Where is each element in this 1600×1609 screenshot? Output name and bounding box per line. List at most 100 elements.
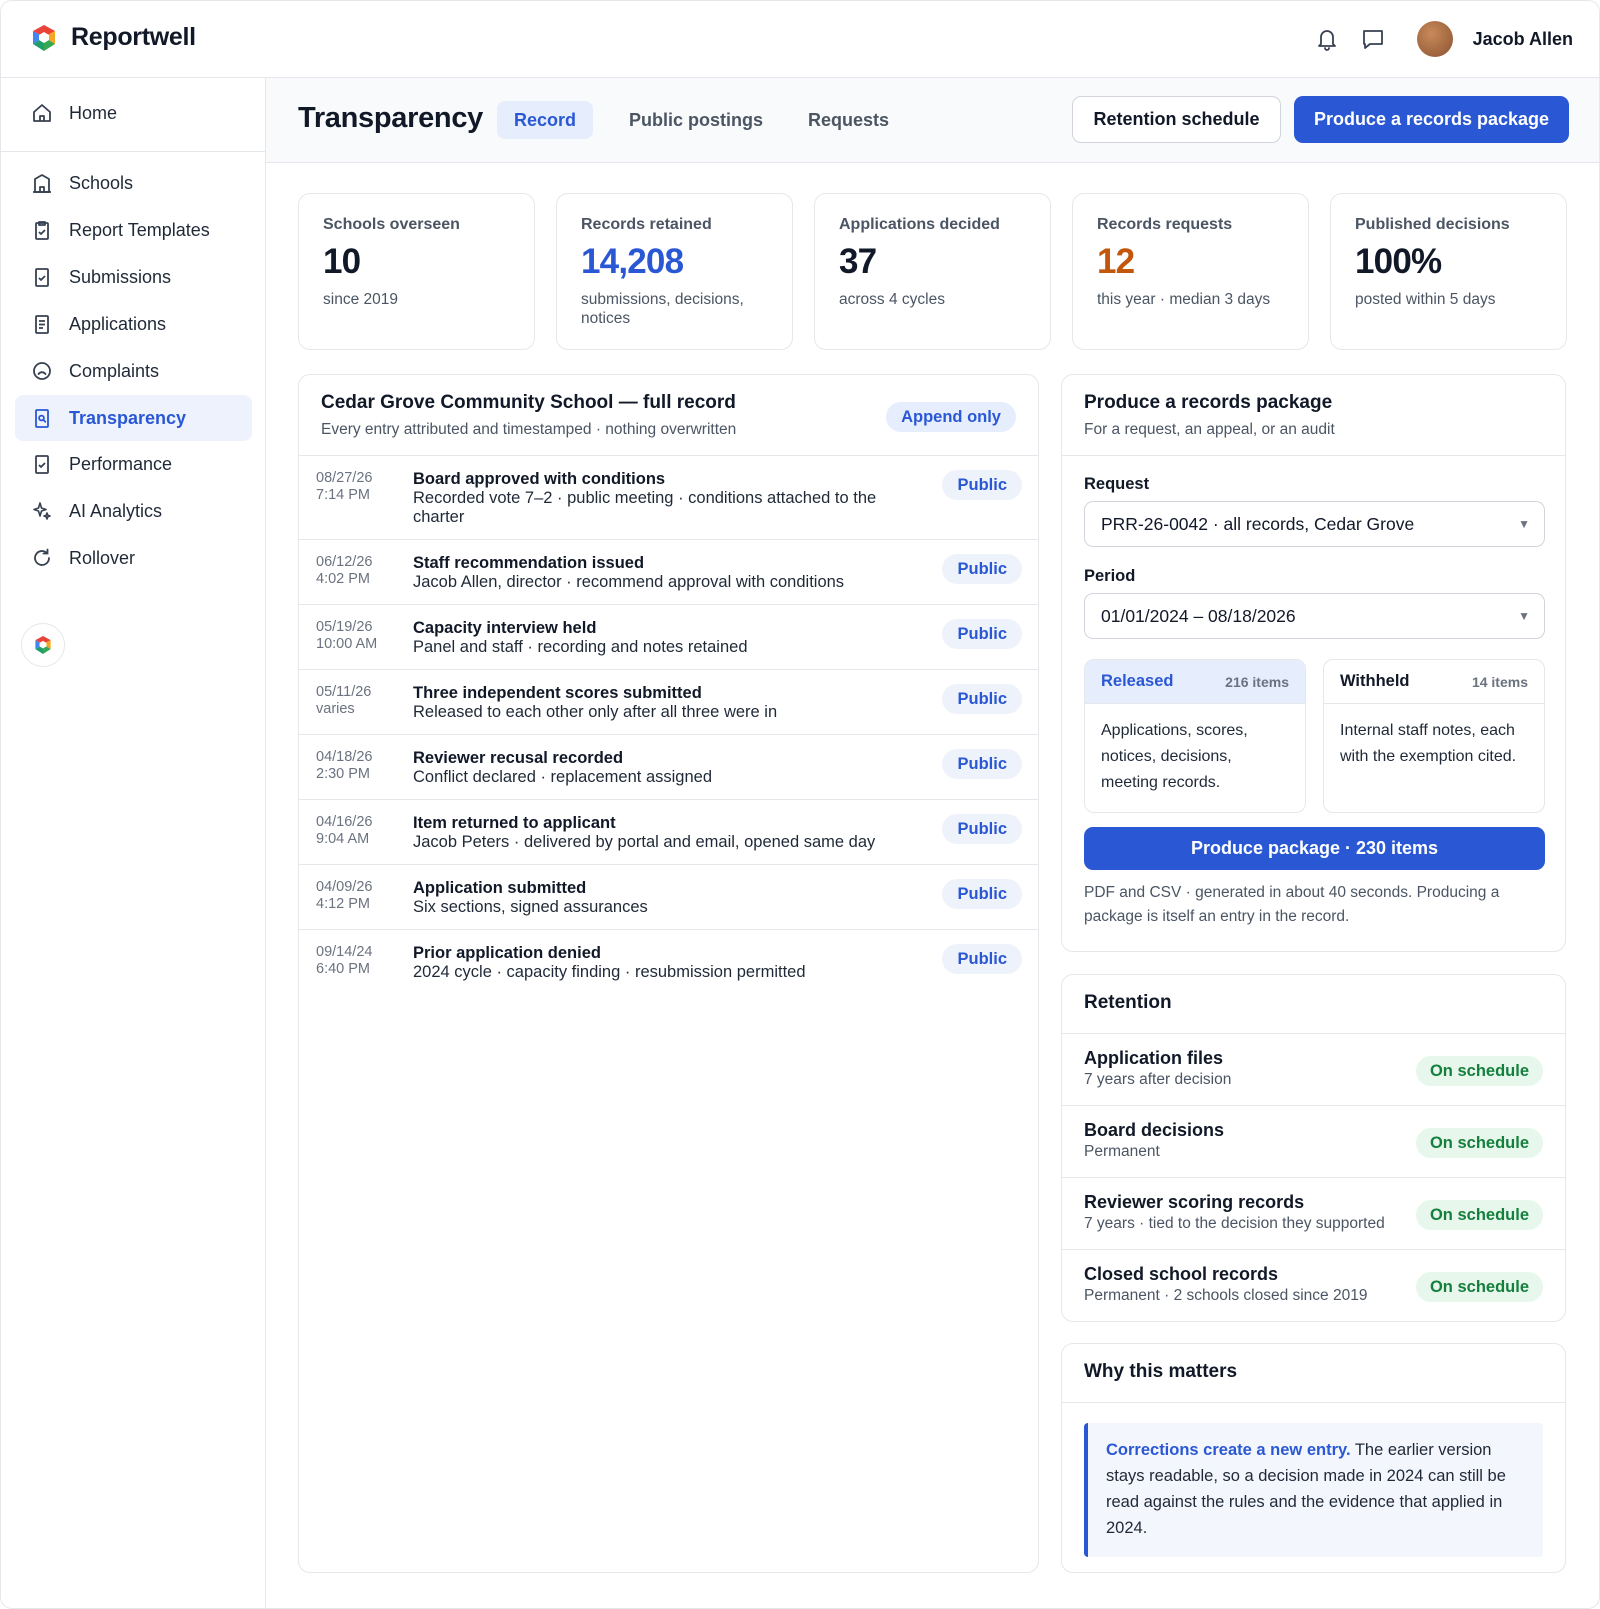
stat-card-records-retained: Records retained 14,208 submissions, dec… <box>556 193 793 350</box>
sidebar-item-transparency[interactable]: Transparency <box>15 395 252 441</box>
sidebar-item-home[interactable]: Home <box>15 90 252 136</box>
withheld-body: Internal staff notes, each with the exem… <box>1340 722 1517 765</box>
sidebar-item-submissions[interactable]: Submissions <box>15 254 252 300</box>
sparkle-icon <box>33 502 51 520</box>
entry-time: 6:40 PM <box>316 961 370 977</box>
sidebar-item-label: Complaints <box>69 360 160 381</box>
sidebar-item-ai-analytics[interactable]: AI Analytics <box>15 488 252 534</box>
entry-date: 04/16/26 <box>316 814 373 830</box>
sidebar-item-label: Performance <box>69 453 173 474</box>
stat-sub: since 2019 <box>323 291 398 308</box>
brand[interactable]: Reportwell <box>31 23 196 52</box>
sidebar: Home Schools Report Templates Submission… <box>1 78 266 1608</box>
why-header: Why this matters <box>1062 1344 1565 1403</box>
entry-time: 4:12 PM <box>316 896 370 912</box>
produce-package-button[interactable]: Produce package · 230 items <box>1084 827 1545 870</box>
why-card: Why this matters Corrections create a ne… <box>1061 1343 1566 1573</box>
request-value: PRR-26-0042 · all records, Cedar Grove <box>1101 514 1415 534</box>
entry-content: Three independent scores submitted Relea… <box>413 684 893 722</box>
sidebar-item-label: Home <box>69 102 118 123</box>
messages-button[interactable] <box>1361 27 1385 51</box>
checkbox-doc-icon <box>35 268 49 287</box>
sidebar-divider <box>1 151 265 152</box>
chat-icon <box>1362 30 1383 49</box>
public-badge: Public <box>942 749 1022 779</box>
why-lead: Corrections create a new entry. <box>1106 1441 1351 1459</box>
produce-records-package-button[interactable]: Produce a records package <box>1294 96 1569 143</box>
tab-requests[interactable]: Requests <box>791 101 906 139</box>
user-avatar[interactable] <box>1416 21 1453 57</box>
record-entry[interactable]: 09/14/24 6:40 PM Prior application denied… <box>299 930 1038 995</box>
record-entry[interactable]: 05/19/26 10:00 AM Capacity interview held… <box>299 605 1038 670</box>
records-package-header: Produce a records package For a request,… <box>1062 375 1565 456</box>
status-badge: On schedule <box>1415 1128 1543 1158</box>
sidebar-item-report-templates[interactable]: Report Templates <box>15 207 252 253</box>
retention-row[interactable]: Application files 7 years after decision… <box>1062 1034 1565 1106</box>
sidebar-item-applications[interactable]: Applications <box>15 301 252 347</box>
stat-sub: posted within 5 days <box>1355 291 1496 308</box>
released-panel[interactable]: Released 216 items Applications, scores,… <box>1084 659 1306 813</box>
retention-card: Retention Application files 7 years afte… <box>1061 974 1566 1322</box>
record-entry[interactable]: 04/09/26 4:12 PM Application submitted Si… <box>299 865 1038 930</box>
stat-card-schools-overseen: Schools overseen 10 since 2019 <box>298 193 535 350</box>
withheld-panel[interactable]: Withheld 14 items Internal staff notes, … <box>1323 659 1545 813</box>
entry-timestamp: 06/12/26 4:02 PM <box>316 554 406 588</box>
sidebar-item-performance[interactable]: Performance <box>15 441 252 487</box>
entry-date: 09/14/24 <box>316 944 373 960</box>
period-select[interactable]: 01/01/2024 – 08/18/2026 ▼ <box>1084 593 1545 639</box>
stat-card-records-requests: Records requests 12 this year · median 3… <box>1072 193 1309 350</box>
chevron-down-icon: ▼ <box>1518 517 1530 531</box>
top-actions: Jacob Allen <box>1315 21 1573 57</box>
sidebar-item-rollover[interactable]: Rollover <box>15 535 252 581</box>
tab-public-postings[interactable]: Public postings <box>612 101 780 139</box>
retention-header: Retention <box>1062 975 1565 1034</box>
retention-row[interactable]: Reviewer scoring records 7 years · tied … <box>1062 1178 1565 1250</box>
public-badge: Public <box>942 554 1022 584</box>
notifications-button[interactable] <box>1315 27 1339 51</box>
sidebar-item-label: Rollover <box>69 547 136 568</box>
stat-value: 100% <box>1355 242 1442 281</box>
stat-card-published-decisions: Published decisions 100% posted within 5… <box>1330 193 1567 350</box>
entry-title: Board approved with conditions <box>413 470 666 488</box>
record-entry[interactable]: 04/16/26 9:04 AM Item returned to applica… <box>299 800 1038 865</box>
retention-row[interactable]: Closed school records Permanent · 2 scho… <box>1062 1250 1565 1321</box>
entry-time: 9:04 AM <box>316 831 370 847</box>
reportwell-logo-icon <box>35 636 51 654</box>
refresh-icon <box>34 548 50 566</box>
entry-date: 08/27/26 <box>316 470 373 486</box>
entry-date: 05/11/26 <box>316 684 372 700</box>
package-title: Produce a records package <box>1084 392 1333 413</box>
record-entry[interactable]: 04/18/26 2:30 PM Reviewer recusal recorde… <box>299 735 1038 800</box>
sidebar-item-schools[interactable]: Schools <box>15 160 252 206</box>
entry-timestamp: 04/18/26 2:30 PM <box>316 749 406 783</box>
sidebar-item-label: Report Templates <box>69 219 210 240</box>
user-name[interactable]: Jacob Allen <box>1473 29 1573 50</box>
entry-title: Application submitted <box>413 879 587 897</box>
clipboard-icon <box>35 221 49 240</box>
retention-row[interactable]: Board decisions Permanent On schedule <box>1062 1106 1565 1178</box>
public-badge: Public <box>942 684 1022 714</box>
entry-desc: 2024 cycle · capacity finding · resubmis… <box>413 963 806 981</box>
stat-label: Schools overseen <box>323 216 460 233</box>
record-card: Cedar Grove Community School — full reco… <box>298 374 1039 1573</box>
status-badge: On schedule <box>1415 1200 1543 1230</box>
append-only-badge: Append only <box>886 402 1016 432</box>
sidebar-item-label: Schools <box>69 172 134 193</box>
entry-timestamp: 05/11/26 varies <box>316 684 406 718</box>
request-select[interactable]: PRR-26-0042 · all records, Cedar Grove ▼ <box>1084 501 1545 547</box>
entry-desc: Panel and staff · recording and notes re… <box>413 638 748 656</box>
record-card-header: Cedar Grove Community School — full reco… <box>299 375 1038 456</box>
sidebar-logo-button[interactable] <box>21 623 65 667</box>
public-badge: Public <box>942 944 1022 974</box>
sidebar-item-complaints[interactable]: Complaints <box>15 348 252 394</box>
record-entry[interactable]: 06/12/26 4:02 PM Staff recommendation iss… <box>299 540 1038 605</box>
stat-value: 10 <box>323 242 361 281</box>
document-icon <box>35 315 49 334</box>
retention-schedule-button[interactable]: Retention schedule <box>1072 96 1281 143</box>
package-subtitle: For a request, an appeal, or an audit <box>1084 421 1335 438</box>
tab-record[interactable]: Record <box>497 101 594 139</box>
checkbox-doc-icon <box>35 455 49 474</box>
entry-title: Capacity interview held <box>413 619 597 637</box>
record-entry[interactable]: 08/27/26 7:14 PM Board approved with cond… <box>299 456 1038 540</box>
record-entry[interactable]: 05/11/26 varies Three independent scores … <box>299 670 1038 735</box>
